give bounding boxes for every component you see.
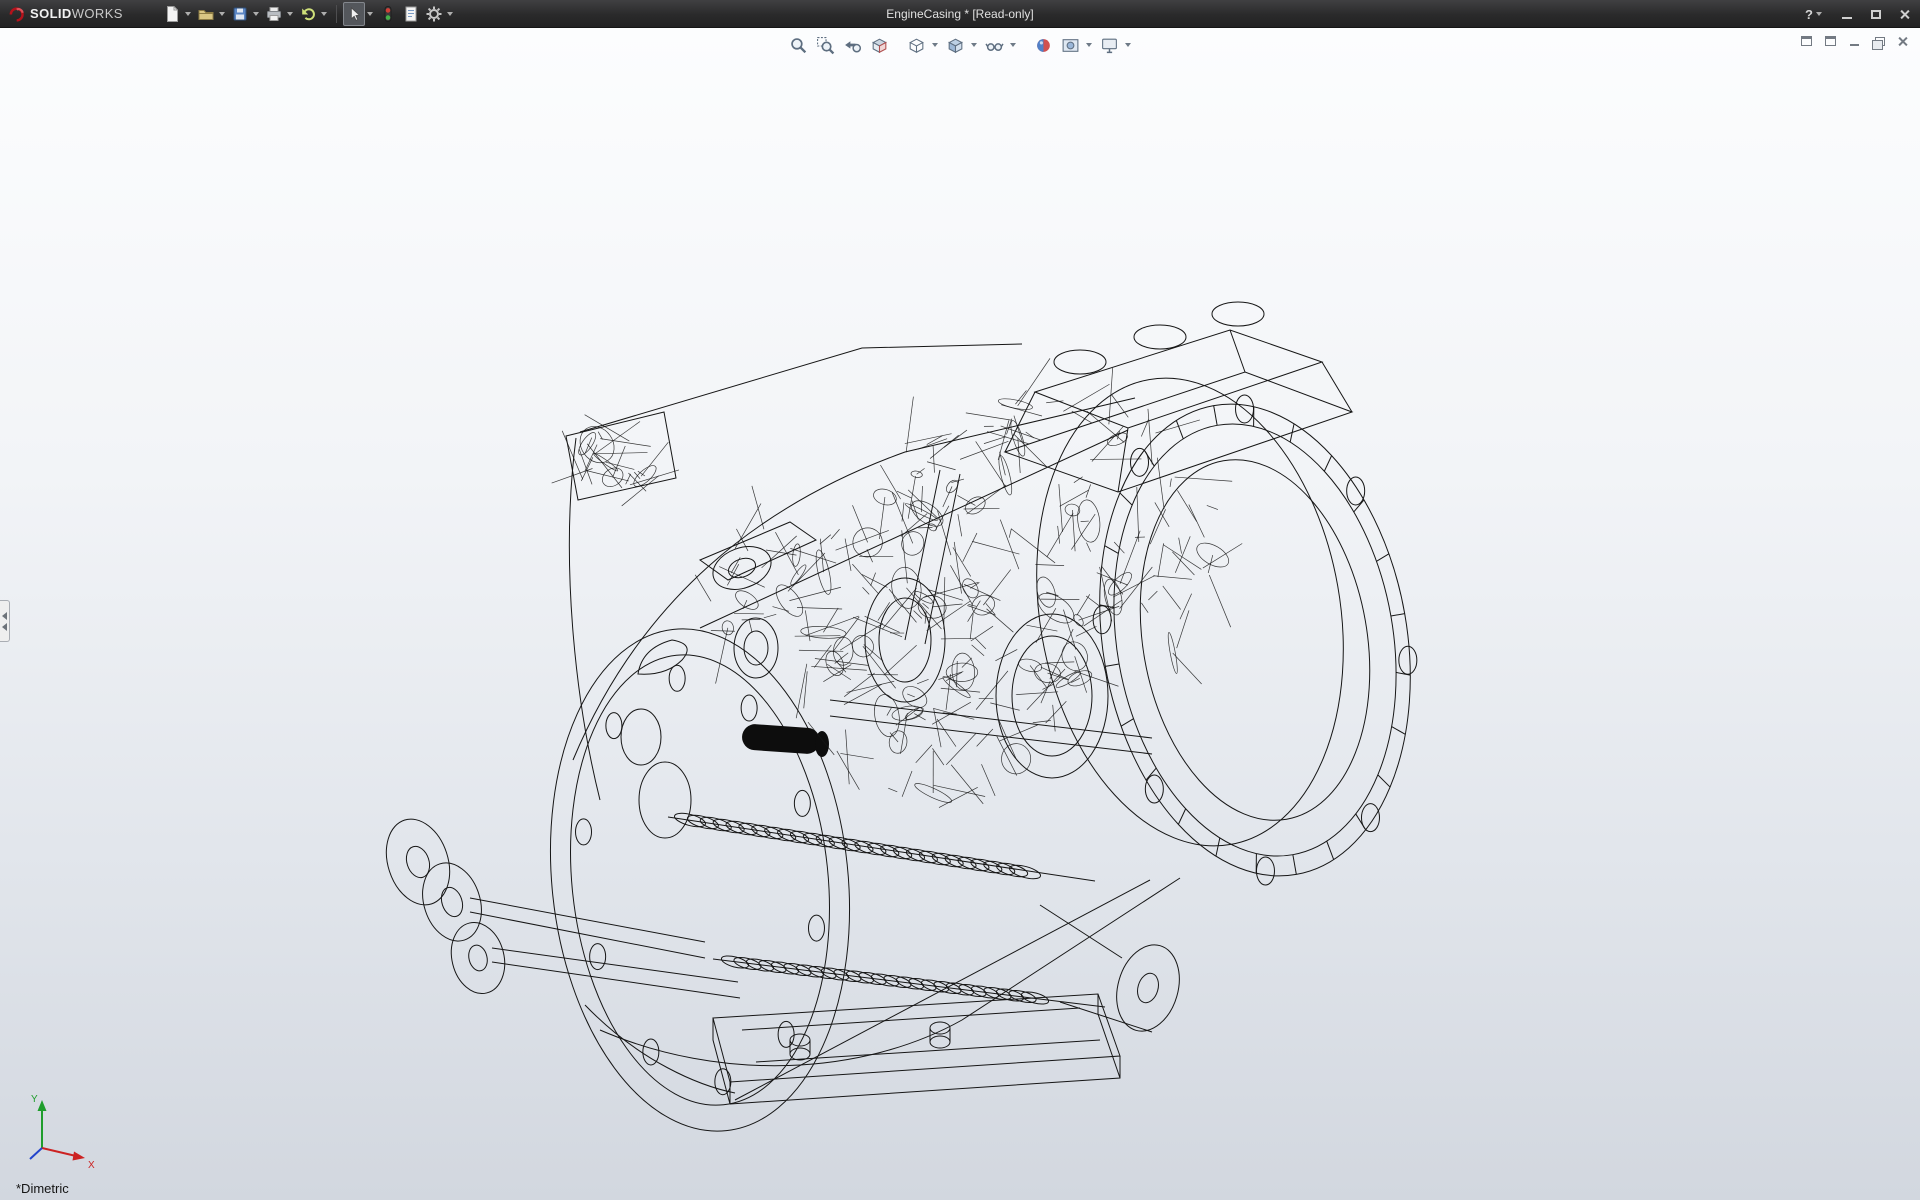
brand-name: SOLIDWORKS <box>30 6 123 21</box>
close-document-button[interactable] <box>1895 34 1910 48</box>
view-settings-dropdown-icon[interactable] <box>1125 43 1131 47</box>
section-view-icon <box>870 36 889 55</box>
file-properties-button[interactable] <box>400 2 422 26</box>
model-wireframe[interactable]: Y X <box>0 28 1920 1200</box>
toolbar-separator <box>336 5 337 23</box>
cascade-windows-button[interactable] <box>1823 34 1838 48</box>
save-icon <box>231 5 249 23</box>
window-controls: ? <box>1805 0 1912 28</box>
document-window-controls <box>1799 34 1910 48</box>
file-properties-icon <box>402 5 420 23</box>
graphics-viewport[interactable]: Y X <box>0 28 1920 1200</box>
restore-document-icon <box>1875 37 1885 46</box>
undo-icon <box>299 5 317 23</box>
heads-up-view-toolbar <box>786 33 1134 57</box>
display-style-button[interactable] <box>943 33 968 57</box>
solidworks-logo-icon <box>8 5 25 22</box>
new-document-icon <box>163 5 181 23</box>
rebuild-traffic-light-icon <box>380 5 396 23</box>
save-button[interactable] <box>229 2 251 26</box>
view-orientation-dropdown-icon[interactable] <box>932 43 938 47</box>
options-dropdown-arrow-icon[interactable] <box>447 12 453 16</box>
brand-name-bold: SOLID <box>30 6 72 21</box>
solidworks-window: SOLIDWORKS <box>0 0 1920 1200</box>
view-orientation-button[interactable] <box>904 33 929 57</box>
new-dropdown-arrow-icon[interactable] <box>185 12 191 16</box>
cascade-windows-icon <box>1825 36 1836 46</box>
hide-show-items-button[interactable] <box>982 33 1007 57</box>
select-dropdown-arrow-icon[interactable] <box>367 12 373 16</box>
triad-y-label: Y <box>31 1094 38 1105</box>
tile-windows-icon <box>1801 36 1812 46</box>
triad-x-label: X <box>88 1160 95 1171</box>
apply-scene-button[interactable] <box>1058 33 1083 57</box>
tile-windows-button[interactable] <box>1799 34 1814 48</box>
open-dropdown-arrow-icon[interactable] <box>219 12 225 16</box>
hide-show-glasses-icon <box>985 36 1004 55</box>
close-icon <box>1899 9 1910 20</box>
view-settings-button[interactable] <box>1097 33 1122 57</box>
restore-document-button[interactable] <box>1871 34 1886 48</box>
view-settings-monitor-icon <box>1100 36 1119 55</box>
reference-triad[interactable]: Y X <box>30 1094 95 1171</box>
section-view-button[interactable] <box>867 33 892 57</box>
maximize-window-button[interactable] <box>1868 7 1883 21</box>
solidworks-brand: SOLIDWORKS <box>0 5 135 22</box>
open-button[interactable] <box>195 2 217 26</box>
options-gear-icon <box>425 5 443 23</box>
minimize-window-button[interactable] <box>1839 7 1854 21</box>
edit-appearance-button[interactable] <box>1031 33 1056 57</box>
previous-view-icon <box>843 36 862 55</box>
previous-view-button[interactable] <box>840 33 865 57</box>
maximize-icon <box>1871 10 1881 19</box>
brand-name-light: WORKS <box>72 6 123 21</box>
help-button[interactable]: ? <box>1805 7 1825 22</box>
minimize-document-icon <box>1850 44 1859 46</box>
document-title: EngineCasing * [Read-only] <box>886 7 1033 21</box>
chevron-left-icon <box>2 612 7 620</box>
options-button[interactable] <box>423 2 445 26</box>
select-cursor-icon <box>346 6 362 22</box>
title-bar: SOLIDWORKS <box>0 0 1920 28</box>
view-orientation-label: *Dimetric <box>16 1181 69 1196</box>
zoom-to-area-button[interactable] <box>813 33 838 57</box>
print-dropdown-arrow-icon[interactable] <box>287 12 293 16</box>
help-glyph: ? <box>1805 7 1813 22</box>
help-dropdown-arrow-icon[interactable] <box>1816 12 1822 16</box>
hide-show-dropdown-icon[interactable] <box>1010 43 1016 47</box>
select-button[interactable] <box>343 2 365 26</box>
print-icon <box>265 5 283 23</box>
new-document-button[interactable] <box>161 2 183 26</box>
chevron-left-icon <box>2 623 7 631</box>
edit-appearance-ball-icon <box>1034 36 1053 55</box>
open-folder-icon <box>197 5 215 23</box>
print-button[interactable] <box>263 2 285 26</box>
apply-scene-dropdown-icon[interactable] <box>1086 43 1092 47</box>
zoom-to-area-icon <box>816 36 835 55</box>
standard-toolbar <box>161 2 456 26</box>
featuremanager-collapsed-tab[interactable] <box>0 600 10 642</box>
close-window-button[interactable] <box>1897 7 1912 21</box>
view-orientation-cube-icon <box>907 36 926 55</box>
minimize-icon <box>1842 17 1852 19</box>
display-style-cube-icon <box>946 36 965 55</box>
undo-dropdown-arrow-icon[interactable] <box>321 12 327 16</box>
apply-scene-icon <box>1061 36 1080 55</box>
zoom-to-fit-button[interactable] <box>786 33 811 57</box>
minimize-document-button[interactable] <box>1847 34 1862 48</box>
rebuild-button[interactable] <box>377 2 399 26</box>
undo-button[interactable] <box>297 2 319 26</box>
zoom-to-fit-icon <box>789 36 808 55</box>
save-dropdown-arrow-icon[interactable] <box>253 12 259 16</box>
close-document-icon <box>1897 36 1908 47</box>
display-style-dropdown-icon[interactable] <box>971 43 977 47</box>
